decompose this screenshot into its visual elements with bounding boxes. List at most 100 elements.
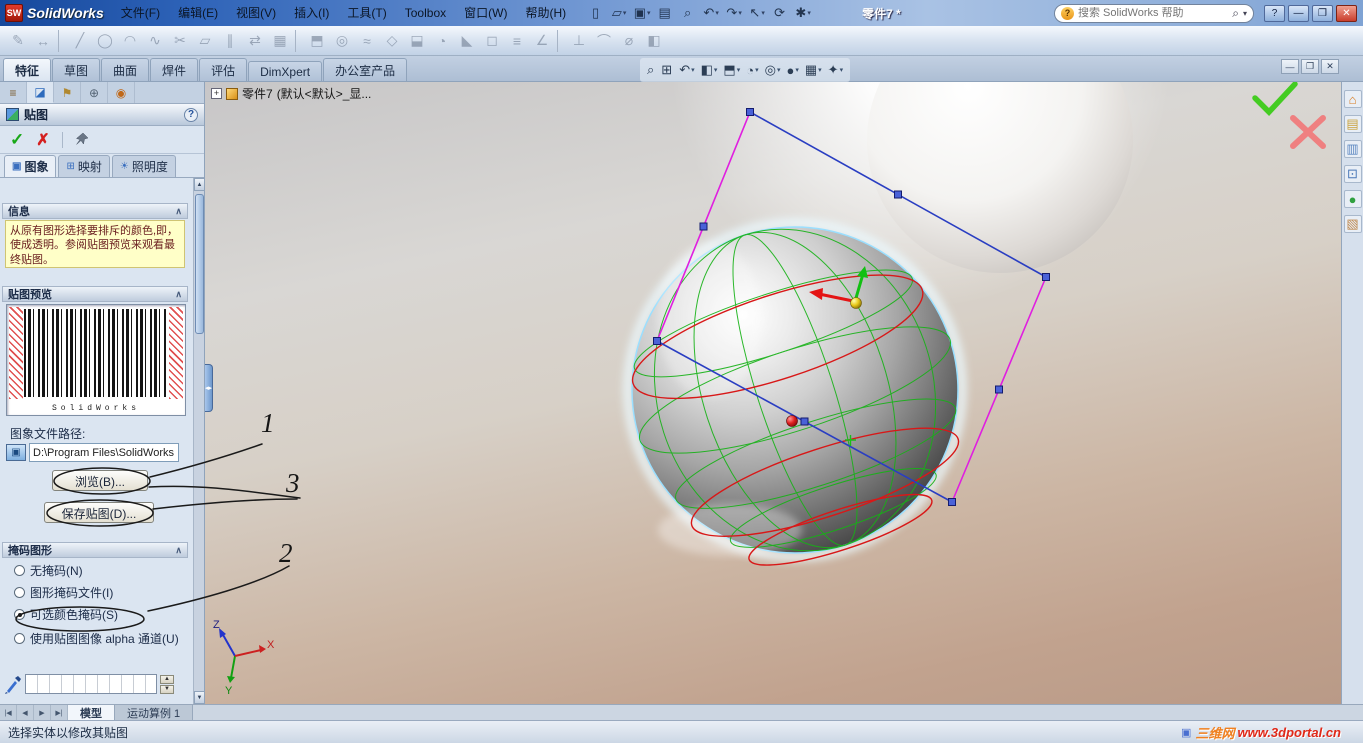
curves-icon[interactable]: ⌒ — [592, 29, 616, 53]
tab-nav-button[interactable]: |◀ — [0, 705, 17, 720]
menu-item[interactable]: 插入(I) — [285, 0, 338, 26]
circle-icon[interactable]: ◯ — [93, 29, 117, 53]
edit-appearance-icon[interactable]: ● ▾ — [784, 62, 800, 79]
design-library-icon[interactable]: ▤ — [1343, 115, 1362, 133]
spline-icon[interactable]: ∿ — [143, 29, 167, 53]
solidworks-resources-icon[interactable]: ⌂ — [1343, 90, 1362, 108]
command-tab[interactable]: 评估 — [199, 58, 248, 81]
swept-boss-icon[interactable]: ≈ — [355, 29, 379, 53]
maximize-button[interactable]: ❐ — [1312, 4, 1333, 22]
zoom-to-fit-icon[interactable]: ⌕ — [645, 61, 657, 79]
spin-up-button[interactable]: ▲ — [160, 674, 174, 684]
shell-icon[interactable]: ◻ — [480, 29, 504, 53]
menu-item[interactable]: 帮助(H) — [516, 0, 575, 26]
doc-restore-button[interactable]: ❐ — [1301, 59, 1319, 74]
command-tab[interactable]: 焊件 — [150, 58, 199, 81]
menu-item[interactable]: 视图(V) — [227, 0, 285, 26]
cancel-button[interactable]: ✗ — [36, 130, 49, 150]
section-view-icon[interactable]: ◧ ▾ — [699, 61, 720, 79]
spin-down-button[interactable]: ▼ — [160, 684, 174, 694]
mask-option-alpha-channel[interactable]: 使用贴图图像 alpha 通道(U) — [14, 632, 186, 647]
search-icon[interactable]: ⌕ — [1232, 6, 1239, 21]
dialog-tab[interactable]: ⊞ 映射 — [58, 155, 110, 177]
scroll-down-icon[interactable]: ▼ — [194, 691, 205, 704]
browse-button[interactable]: 浏览(B)... — [52, 470, 148, 491]
previous-view-icon[interactable]: ↶ ▾ — [677, 61, 696, 79]
open-icon[interactable]: ▱ ▾ — [608, 3, 630, 23]
select-icon[interactable]: ↖ ▾ — [746, 3, 768, 23]
featuremanager-tab[interactable]: ≡ — [0, 82, 27, 103]
revolved-boss-icon[interactable]: ◎ — [330, 29, 354, 53]
measure-icon[interactable]: ⌀ — [617, 29, 641, 53]
panel-scrollbar[interactable]: ▲ ▼ — [193, 178, 205, 704]
radio-icon[interactable] — [14, 565, 25, 576]
separator[interactable] — [58, 29, 65, 52]
draft-icon[interactable]: ∠ — [530, 29, 554, 53]
close-button[interactable]: ✕ — [1336, 4, 1357, 22]
hide-show-items-icon[interactable]: ◎ ▾ — [763, 61, 783, 79]
search-input[interactable] — [1078, 7, 1229, 19]
command-tab[interactable]: DimXpert — [248, 61, 323, 81]
configurationmanager-tab[interactable]: ⚑ — [54, 82, 81, 103]
radio-icon[interactable] — [14, 587, 25, 598]
help-button[interactable]: ? — [1264, 4, 1285, 22]
print-preview-icon[interactable]: ⌕ — [677, 3, 699, 23]
view-settings-icon[interactable]: ✦ ▾ — [826, 61, 845, 79]
decal-center-handle[interactable] — [786, 415, 798, 427]
chamfer-icon[interactable]: ◣ — [455, 29, 479, 53]
menu-item[interactable]: 文件(F) — [112, 0, 169, 26]
command-tab[interactable]: 特征 — [3, 58, 52, 81]
options-icon[interactable]: ✱ ▾ — [792, 3, 814, 23]
rebuild-icon[interactable]: ⟳ — [769, 3, 791, 23]
tab-nav-button[interactable]: ▶| — [51, 705, 68, 720]
tab-nav-button[interactable]: ◀ — [17, 705, 34, 720]
display-style-icon[interactable]: ◔ ▾ — [744, 62, 760, 79]
scrollbar-thumb[interactable] — [195, 194, 204, 334]
menu-item[interactable]: 工具(T) — [338, 0, 395, 26]
print-icon[interactable]: ▤ — [654, 3, 676, 23]
zoom-to-area-icon[interactable]: ⊞ — [659, 61, 675, 79]
minimize-button[interactable]: — — [1288, 4, 1309, 22]
preview-group-header[interactable]: 贴图预览 ∧ — [2, 286, 188, 302]
sheet-tab[interactable]: 运动算例 1 — [115, 705, 194, 720]
trim-entities-icon[interactable]: ✂ — [168, 29, 192, 53]
panel-collapse-handle[interactable]: ◂▸ — [205, 364, 213, 412]
displaymanager-tab[interactable]: ◉ — [108, 82, 135, 103]
dialog-tab[interactable]: ☀ 照明度 — [111, 155, 176, 177]
smart-dimension-icon[interactable]: ↔ — [31, 29, 55, 53]
panel-help-button[interactable]: ? — [184, 107, 198, 122]
view-palette-icon[interactable]: ⊡ — [1343, 165, 1362, 183]
mirror-entities-icon[interactable]: ⇄ — [243, 29, 267, 53]
mask-option-selective-color[interactable]: 可选颜色掩码(S) — [14, 608, 186, 623]
search-dropdown-icon[interactable]: ▾ — [1243, 9, 1247, 18]
file-explorer-icon[interactable]: ▥ — [1343, 140, 1362, 158]
linear-pattern-icon[interactable]: ▦ — [268, 29, 292, 53]
separator[interactable] — [557, 29, 564, 52]
mask-option-none[interactable]: 无掩码(N) — [14, 564, 186, 579]
info-group-header[interactable]: 信息 ∧ — [2, 203, 188, 219]
dialog-tab[interactable]: ▣ 图象 — [4, 155, 57, 177]
part-name[interactable]: 零件7 — [242, 85, 273, 102]
separator[interactable] — [295, 29, 302, 52]
offset-entities-icon[interactable]: ∥ — [218, 29, 242, 53]
undo-icon[interactable]: ↶ ▾ — [700, 3, 722, 23]
propertymanager-tab[interactable]: ◪ — [27, 82, 54, 103]
section-icon[interactable]: ◧ — [642, 29, 666, 53]
tab-nav-button[interactable]: ▶ — [34, 705, 51, 720]
convert-entities-icon[interactable]: ▱ — [193, 29, 217, 53]
background-sphere[interactable] — [867, 82, 1133, 273]
redo-icon[interactable]: ↷ ▾ — [723, 3, 745, 23]
ok-button[interactable]: ✓ — [10, 130, 24, 150]
apply-scene-icon[interactable]: ▦ ▾ — [803, 61, 824, 79]
image-path-input[interactable] — [29, 443, 179, 462]
command-tab[interactable]: 草图 — [52, 58, 101, 81]
menu-item[interactable]: 编辑(E) — [169, 0, 227, 26]
command-tab[interactable]: 办公室产品 — [323, 58, 408, 81]
mask-option-file[interactable]: 图形掩码文件(I) — [14, 586, 186, 601]
view-orientation-icon[interactable]: ⬒ ▾ — [721, 61, 742, 79]
help-search-box[interactable]: ? ⌕ ▾ — [1054, 3, 1254, 23]
arc-icon[interactable]: ◠ — [118, 29, 142, 53]
sketch-icon[interactable]: ✎ — [6, 29, 30, 53]
tree-expander-icon[interactable]: + — [211, 88, 222, 99]
reference-geometry-icon[interactable]: ⊥ — [567, 29, 591, 53]
